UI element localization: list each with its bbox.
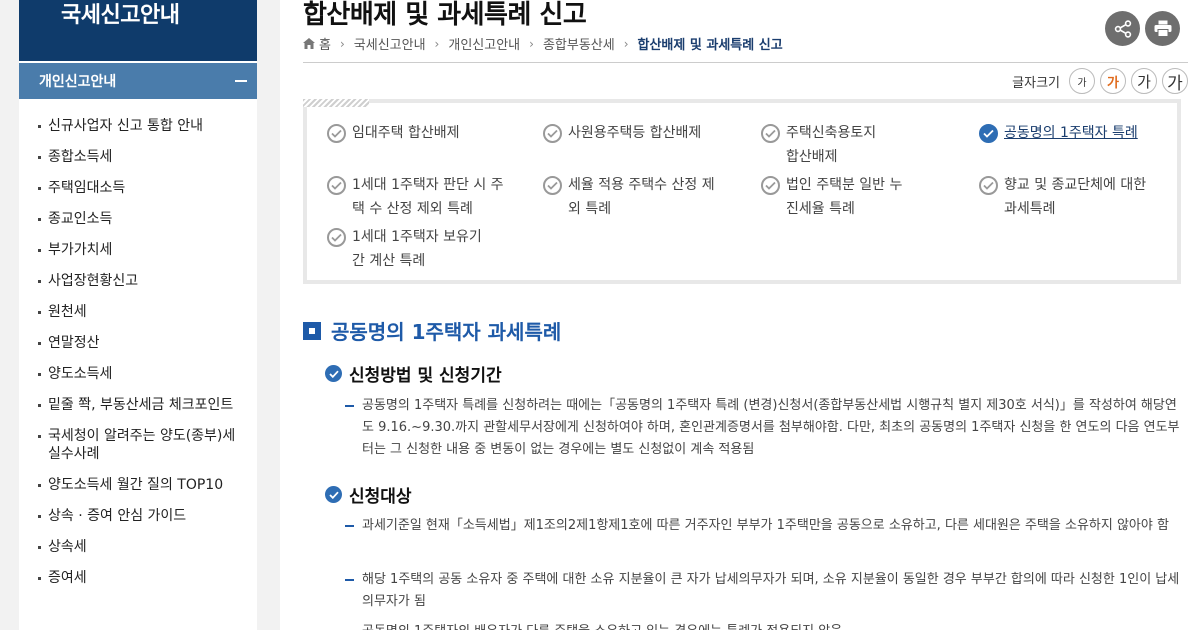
share-icon: [1114, 19, 1131, 38]
sidebar-item-inheritance-tax[interactable]: 상속세: [19, 538, 257, 556]
sidebar-item-income-tax[interactable]: 종합소득세: [19, 148, 257, 166]
tab-religious-bodies[interactable]: 향교 및 종교단체에 대한 과세특례: [979, 173, 1149, 221]
tab-label: 1세대 1주택자 판단 시 주택 수 산정 제외 특례: [352, 177, 504, 217]
tab-label: 임대주택 합산배제: [352, 125, 460, 141]
font-size-larger-button[interactable]: 가: [1131, 68, 1157, 94]
sidebar-item-mistake-cases[interactable]: 국세청이 알려주는 양도(종부)세 실수사례: [19, 427, 257, 463]
check-circle-icon: [979, 176, 998, 195]
breadcrumb-current: 합산배제 및 과세특례 신고: [637, 38, 783, 53]
paragraph-text: 해당 1주택의 공동 소유자 중 주택에 대한 소유 지분율이 큰 자가 납세의…: [362, 572, 1180, 609]
paragraph: 공동명의 1주택자의 배우자가 다른 주택을 소유하고 있는 경우에는 특례가 …: [345, 621, 1185, 630]
subpage-tab-box: 임대주택 합산배제 사원용주택등 합산배제 주택신축용토지 합산배제 공동명의 …: [303, 99, 1181, 284]
subsection-heading: 신청대상: [325, 482, 412, 507]
tab-label: 법인 주택분 일반 누진세율 특례: [786, 177, 903, 217]
breadcrumb-item[interactable]: 개인신고안내: [448, 34, 520, 53]
check-circle-icon: [979, 124, 998, 143]
breadcrumb-item[interactable]: 국세신고안내: [354, 34, 426, 53]
sidebar-menu: 신규사업자 신고 통합 안내 종합소득세 주택임대소득 종교인소득 부가가치세 …: [19, 99, 257, 587]
tab-label: 사원용주택등 합산배제: [568, 125, 702, 141]
printer-icon: [1154, 20, 1171, 37]
tab-employee-housing[interactable]: 사원용주택등 합산배제: [543, 121, 743, 145]
font-size-control: 글자크기 가 가 가 가: [1012, 68, 1188, 94]
tab-label: 공동명의 1주택자 특례: [1004, 125, 1138, 141]
tab-joint-ownership[interactable]: 공동명의 1주택자 특례: [979, 121, 1169, 145]
subsection-heading-text: 신청방법 및 신청기간: [349, 366, 502, 386]
tab-label: 향교 및 종교단체에 대한 과세특례: [1004, 177, 1147, 217]
paragraph: 과세기준일 현재「소득세법」제1조의2제1항제1호에 따른 거주자인 부부가 1…: [345, 515, 1185, 537]
sidebar-item-business-status[interactable]: 사업장현황신고: [19, 272, 257, 290]
sidebar: 국세신고안내 개인신고안내 신규사업자 신고 통합 안내 종합소득세 주택임대소…: [19, 0, 257, 630]
header-divider: [303, 62, 1188, 63]
page-title: 합산배제 및 과세특례 신고: [303, 0, 587, 30]
sidebar-section-header[interactable]: 개인신고안내: [19, 63, 257, 99]
collapse-icon[interactable]: [235, 80, 247, 82]
check-circle-icon: [327, 228, 346, 247]
tab-house-count-exclusion[interactable]: 1세대 1주택자 판단 시 주택 수 산정 제외 특례: [327, 173, 507, 221]
paragraph-text: 공동명의 1주택자 특례를 신청하려는 때에는「공동명의 1주택자 특례 (변경…: [362, 398, 1180, 457]
square-bullet-icon: [303, 321, 321, 340]
dash-bullet-icon: [345, 525, 354, 527]
chevron-right-icon: ›: [529, 36, 534, 51]
sidebar-section-label: 개인신고안내: [39, 74, 117, 90]
chevron-right-icon: ›: [434, 36, 440, 51]
check-circle-icon: [325, 365, 342, 382]
main-content: 합산배제 및 과세특례 신고 홈 › 국세신고안내 › 개인신고안내 › 종합부…: [303, 0, 1188, 630]
subsection-heading-text: 신청대상: [349, 487, 412, 507]
check-circle-icon: [761, 124, 780, 143]
section-heading-text: 공동명의 1주택자 과세특례: [331, 320, 562, 344]
sidebar-item-year-end[interactable]: 연말정산: [19, 334, 257, 352]
section-heading: 공동명의 1주택자 과세특례: [303, 316, 561, 345]
sidebar-item-vat[interactable]: 부가가치세: [19, 241, 257, 259]
home-icon: [303, 38, 315, 49]
check-circle-icon: [761, 176, 780, 195]
print-button[interactable]: [1145, 11, 1180, 46]
dash-bullet-icon: [345, 579, 354, 581]
breadcrumb: 홈 › 국세신고안내 › 개인신고안내 › 종합부동산세 › 합산배제 및 과세…: [303, 34, 783, 53]
dash-bullet-icon: [345, 405, 354, 407]
check-circle-icon: [327, 124, 346, 143]
font-size-smaller-button[interactable]: 가: [1069, 68, 1095, 94]
tab-label: 세율 적용 주택수 산정 제외 특례: [568, 177, 715, 217]
sidebar-title: 국세신고안내: [19, 0, 257, 61]
share-button[interactable]: [1105, 11, 1140, 46]
tab-new-construction-land[interactable]: 주택신축용토지 합산배제: [761, 121, 885, 169]
font-size-default-button[interactable]: 가: [1100, 68, 1126, 94]
sidebar-item-gift-tax[interactable]: 증여세: [19, 569, 257, 587]
sidebar-item-religious-income[interactable]: 종교인소득: [19, 210, 257, 228]
sidebar-item-rental-income[interactable]: 주택임대소득: [19, 179, 257, 197]
font-size-label: 글자크기: [1012, 75, 1060, 91]
font-size-largest-button[interactable]: 가: [1162, 68, 1188, 94]
tab-label: 1세대 1주택자 보유기간 계산 특례: [352, 229, 482, 269]
check-circle-icon: [543, 124, 562, 143]
sidebar-item-realestate-checkpoint[interactable]: 밑줄 쫙, 부동산세금 체크포인트: [19, 396, 257, 414]
check-circle-icon: [325, 486, 342, 503]
subsection-heading: 신청방법 및 신청기간: [325, 361, 502, 386]
tab-label: 주택신축용토지 합산배제: [786, 125, 877, 165]
sidebar-item-withholding[interactable]: 원천세: [19, 303, 257, 321]
sidebar-item-new-business[interactable]: 신규사업자 신고 통합 안내: [19, 117, 257, 135]
chevron-right-icon: ›: [623, 36, 629, 51]
tab-rental-housing[interactable]: 임대주택 합산배제: [327, 121, 527, 145]
sidebar-item-monthly-qa[interactable]: 양도소득세 월간 질의 TOP10: [19, 476, 257, 494]
breadcrumb-home[interactable]: 홈: [319, 34, 331, 53]
chevron-right-icon: ›: [339, 36, 345, 51]
tab-tax-rate-count[interactable]: 세율 적용 주택수 산정 제외 특례: [543, 173, 723, 221]
tab-corporate-rate[interactable]: 법인 주택분 일반 누진세율 특례: [761, 173, 911, 221]
check-circle-icon: [327, 176, 346, 195]
paragraph-text: 공동명의 1주택자의 배우자가 다른 주택을 소유하고 있는 경우에는 특례가 …: [345, 621, 1185, 630]
check-circle-icon: [543, 176, 562, 195]
tab-holding-period[interactable]: 1세대 1주택자 보유기간 계산 특례: [327, 225, 487, 273]
sidebar-item-capital-gains[interactable]: 양도소득세: [19, 365, 257, 383]
paragraph-text: 과세기준일 현재「소득세법」제1조의2제1항제1호에 따른 거주자인 부부가 1…: [362, 518, 1169, 533]
breadcrumb-item[interactable]: 종합부동산세: [543, 34, 615, 53]
paragraph: 공동명의 1주택자 특례를 신청하려는 때에는「공동명의 1주택자 특례 (변경…: [345, 395, 1185, 461]
sidebar-item-inheritance-guide[interactable]: 상속 · 증여 안심 가이드: [19, 507, 257, 525]
decorative-hatch: [303, 99, 369, 107]
paragraph: 해당 1주택의 공동 소유자 중 주택에 대한 소유 지분율이 큰 자가 납세의…: [345, 569, 1185, 613]
